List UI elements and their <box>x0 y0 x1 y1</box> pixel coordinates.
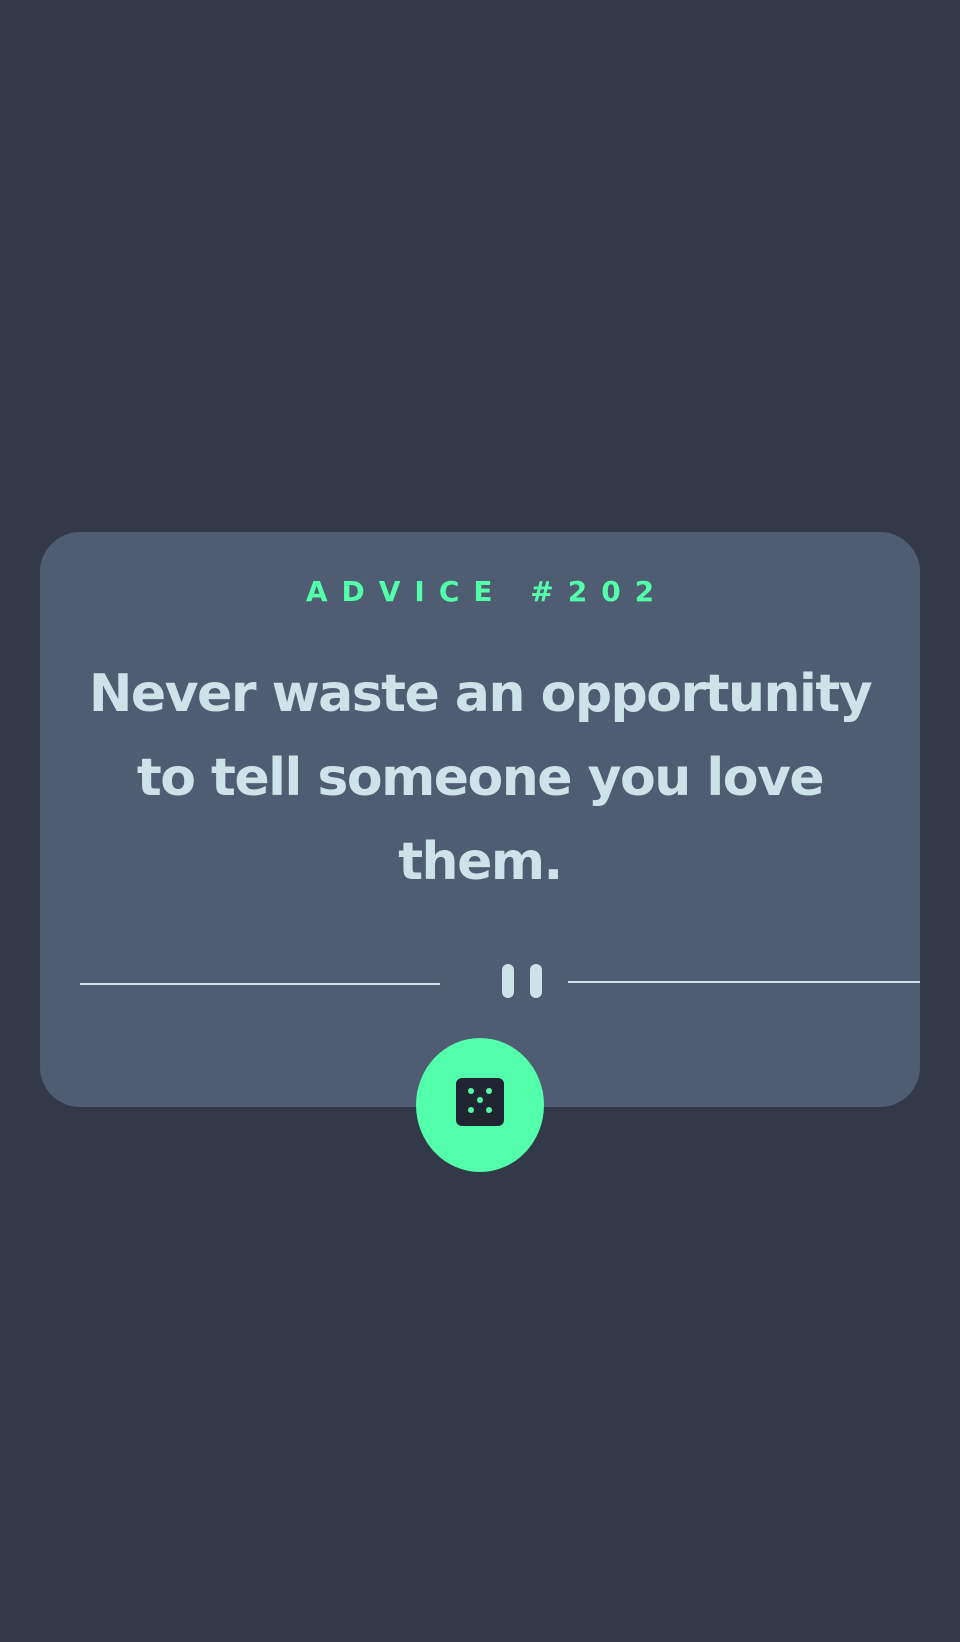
advice-quote: Never waste an opportunity to tell someo… <box>88 664 873 892</box>
advice-id: ADVICE #202 <box>305 575 669 608</box>
advice-card: ADVICE #202 Never waste an opportunity t… <box>40 532 920 1107</box>
divider-line-left <box>80 983 440 985</box>
pause-icon <box>502 964 546 1000</box>
divider-line-right <box>568 981 920 983</box>
dice-icon <box>456 1078 504 1126</box>
new-advice-button[interactable] <box>416 1038 544 1172</box>
divider <box>80 964 920 1000</box>
